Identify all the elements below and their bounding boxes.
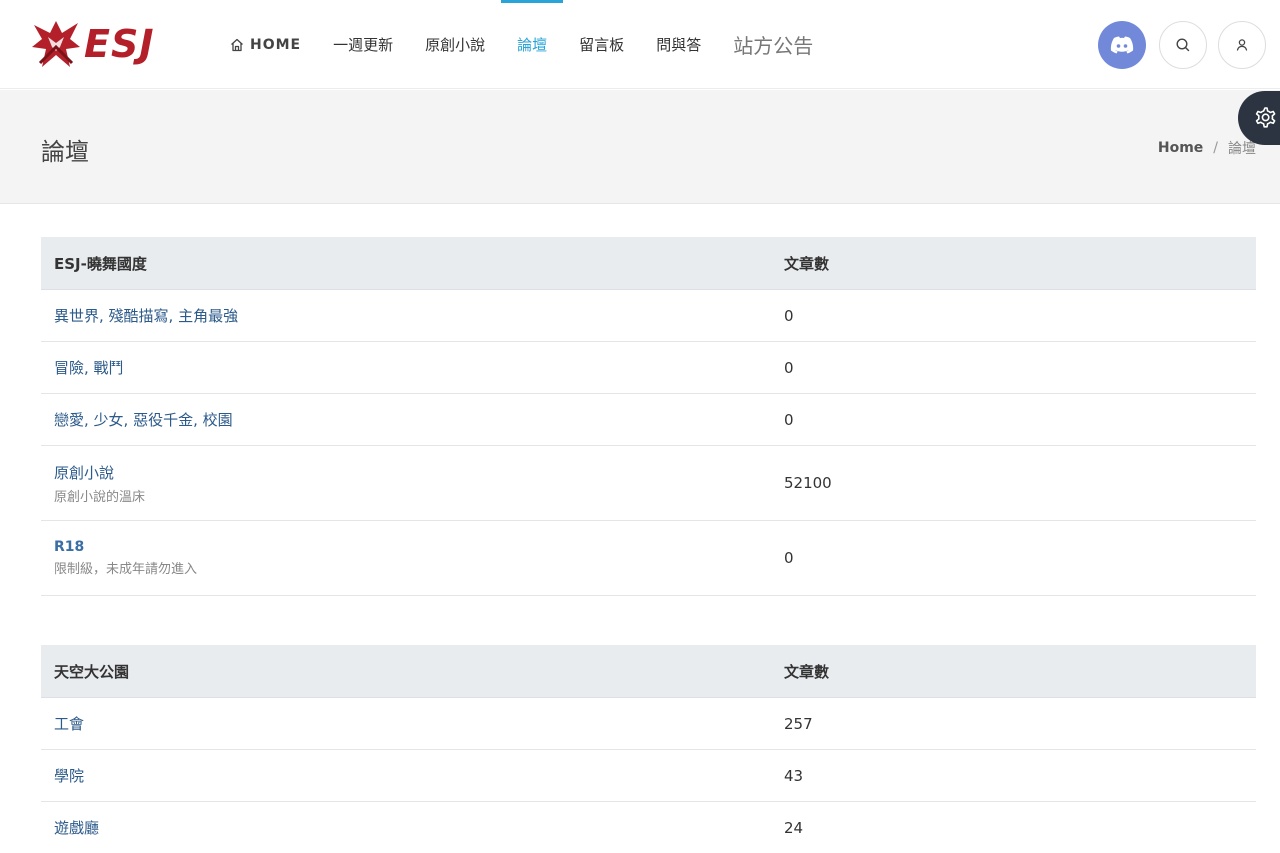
gear-icon [1255, 107, 1276, 128]
search-button[interactable] [1159, 21, 1207, 69]
home-icon [231, 38, 243, 51]
site-logo[interactable]: ESJ [30, 17, 162, 71]
table-row: 學院 43 [41, 750, 1256, 802]
breadcrumb-home-link[interactable]: Home [1158, 140, 1203, 156]
user-button[interactable] [1218, 21, 1266, 69]
forum-link[interactable]: 異世界, 殘酷描寫, 主角最強 [54, 305, 771, 326]
nav-weekly-update[interactable]: 一週更新 [317, 0, 409, 89]
nav-original-novel-label: 原創小說 [425, 36, 486, 54]
post-count: 0 [784, 410, 794, 429]
table-row: 工會 257 [41, 698, 1256, 750]
nav-home-label: HOME [250, 36, 302, 53]
forum-link[interactable]: R18 [54, 539, 771, 555]
nav-qa[interactable]: 問與答 [640, 0, 717, 89]
table-row: 異世界, 殘酷描寫, 主角最強 0 [41, 290, 1256, 342]
nav-announcements[interactable]: 站方公告 [717, 0, 829, 89]
nav-announcements-label: 站方公告 [733, 34, 814, 58]
forum-description: 原創小說的溫床 [54, 489, 146, 505]
logo-emblem-icon [32, 21, 80, 67]
site-header: ESJ HOME 一週更新 原創小說 論壇 留言板 問與答 站方公告 [0, 0, 1280, 89]
table-row: R18 限制級，未成年請勿進入 0 [41, 521, 1256, 596]
post-count: 0 [784, 306, 794, 325]
header-count: 文章數 [784, 254, 830, 273]
post-count: 0 [784, 549, 794, 567]
forum-section-esj: ESJ-曉舞國度 文章數 異世界, 殘酷描寫, 主角最強 0 冒險, 戰鬥 0 … [41, 237, 1256, 596]
search-icon [1176, 38, 1190, 52]
header-count: 文章數 [784, 662, 830, 681]
page-title-bar: 論壇 Home / 論壇 [0, 90, 1280, 204]
post-count: 52100 [784, 474, 832, 492]
post-count: 43 [784, 766, 804, 785]
forum-link[interactable]: 學院 [54, 765, 771, 786]
page-title: 論壇 [41, 138, 89, 166]
table-row: 戀愛, 少女, 惡役千金, 校園 0 [41, 394, 1256, 446]
nav-weekly-update-label: 一週更新 [333, 36, 394, 54]
table-row: 冒險, 戰鬥 0 [41, 342, 1256, 394]
nav-message-board[interactable]: 留言板 [563, 0, 640, 89]
forum-link[interactable]: 戀愛, 少女, 惡役千金, 校園 [54, 409, 771, 430]
nav-qa-label: 問與答 [656, 36, 702, 54]
post-count: 257 [784, 714, 813, 733]
header-name: 天空大公園 [54, 662, 130, 681]
table-header: ESJ-曉舞國度 文章數 [41, 237, 1256, 290]
forum-link[interactable]: 冒險, 戰鬥 [54, 357, 771, 378]
table-row: 原創小說 原創小說的溫床 52100 [41, 446, 1256, 521]
post-count: 24 [784, 818, 804, 837]
discord-icon [1110, 36, 1134, 54]
user-icon [1236, 39, 1248, 51]
nav-home[interactable]: HOME [214, 0, 317, 89]
logo-text: ESJ [84, 22, 155, 66]
nav-message-board-label: 留言板 [579, 36, 625, 54]
nav-forum[interactable]: 論壇 [501, 0, 564, 89]
table-header: 天空大公園 文章數 [41, 645, 1256, 698]
post-count: 0 [784, 358, 794, 377]
header-name: ESJ-曉舞國度 [54, 254, 147, 273]
forum-description: 限制級，未成年請勿進入 [54, 562, 198, 577]
table-row: 遊戲廳 24 [41, 802, 1256, 853]
breadcrumb-separator: / [1213, 140, 1218, 156]
breadcrumb: Home / 論壇 [1158, 138, 1256, 158]
main-nav: HOME 一週更新 原創小說 論壇 留言板 問與答 站方公告 [214, 0, 829, 89]
forum-link[interactable]: 遊戲廳 [54, 817, 771, 838]
forum-link[interactable]: 工會 [54, 713, 771, 734]
forum-section-sky-park: 天空大公園 文章數 工會 257 學院 43 遊戲廳 24 [41, 645, 1256, 853]
nav-forum-label: 論壇 [517, 36, 548, 54]
nav-original-novel[interactable]: 原創小說 [409, 0, 501, 89]
discord-button[interactable] [1098, 21, 1146, 69]
forum-link[interactable]: 原創小說 [54, 462, 771, 483]
